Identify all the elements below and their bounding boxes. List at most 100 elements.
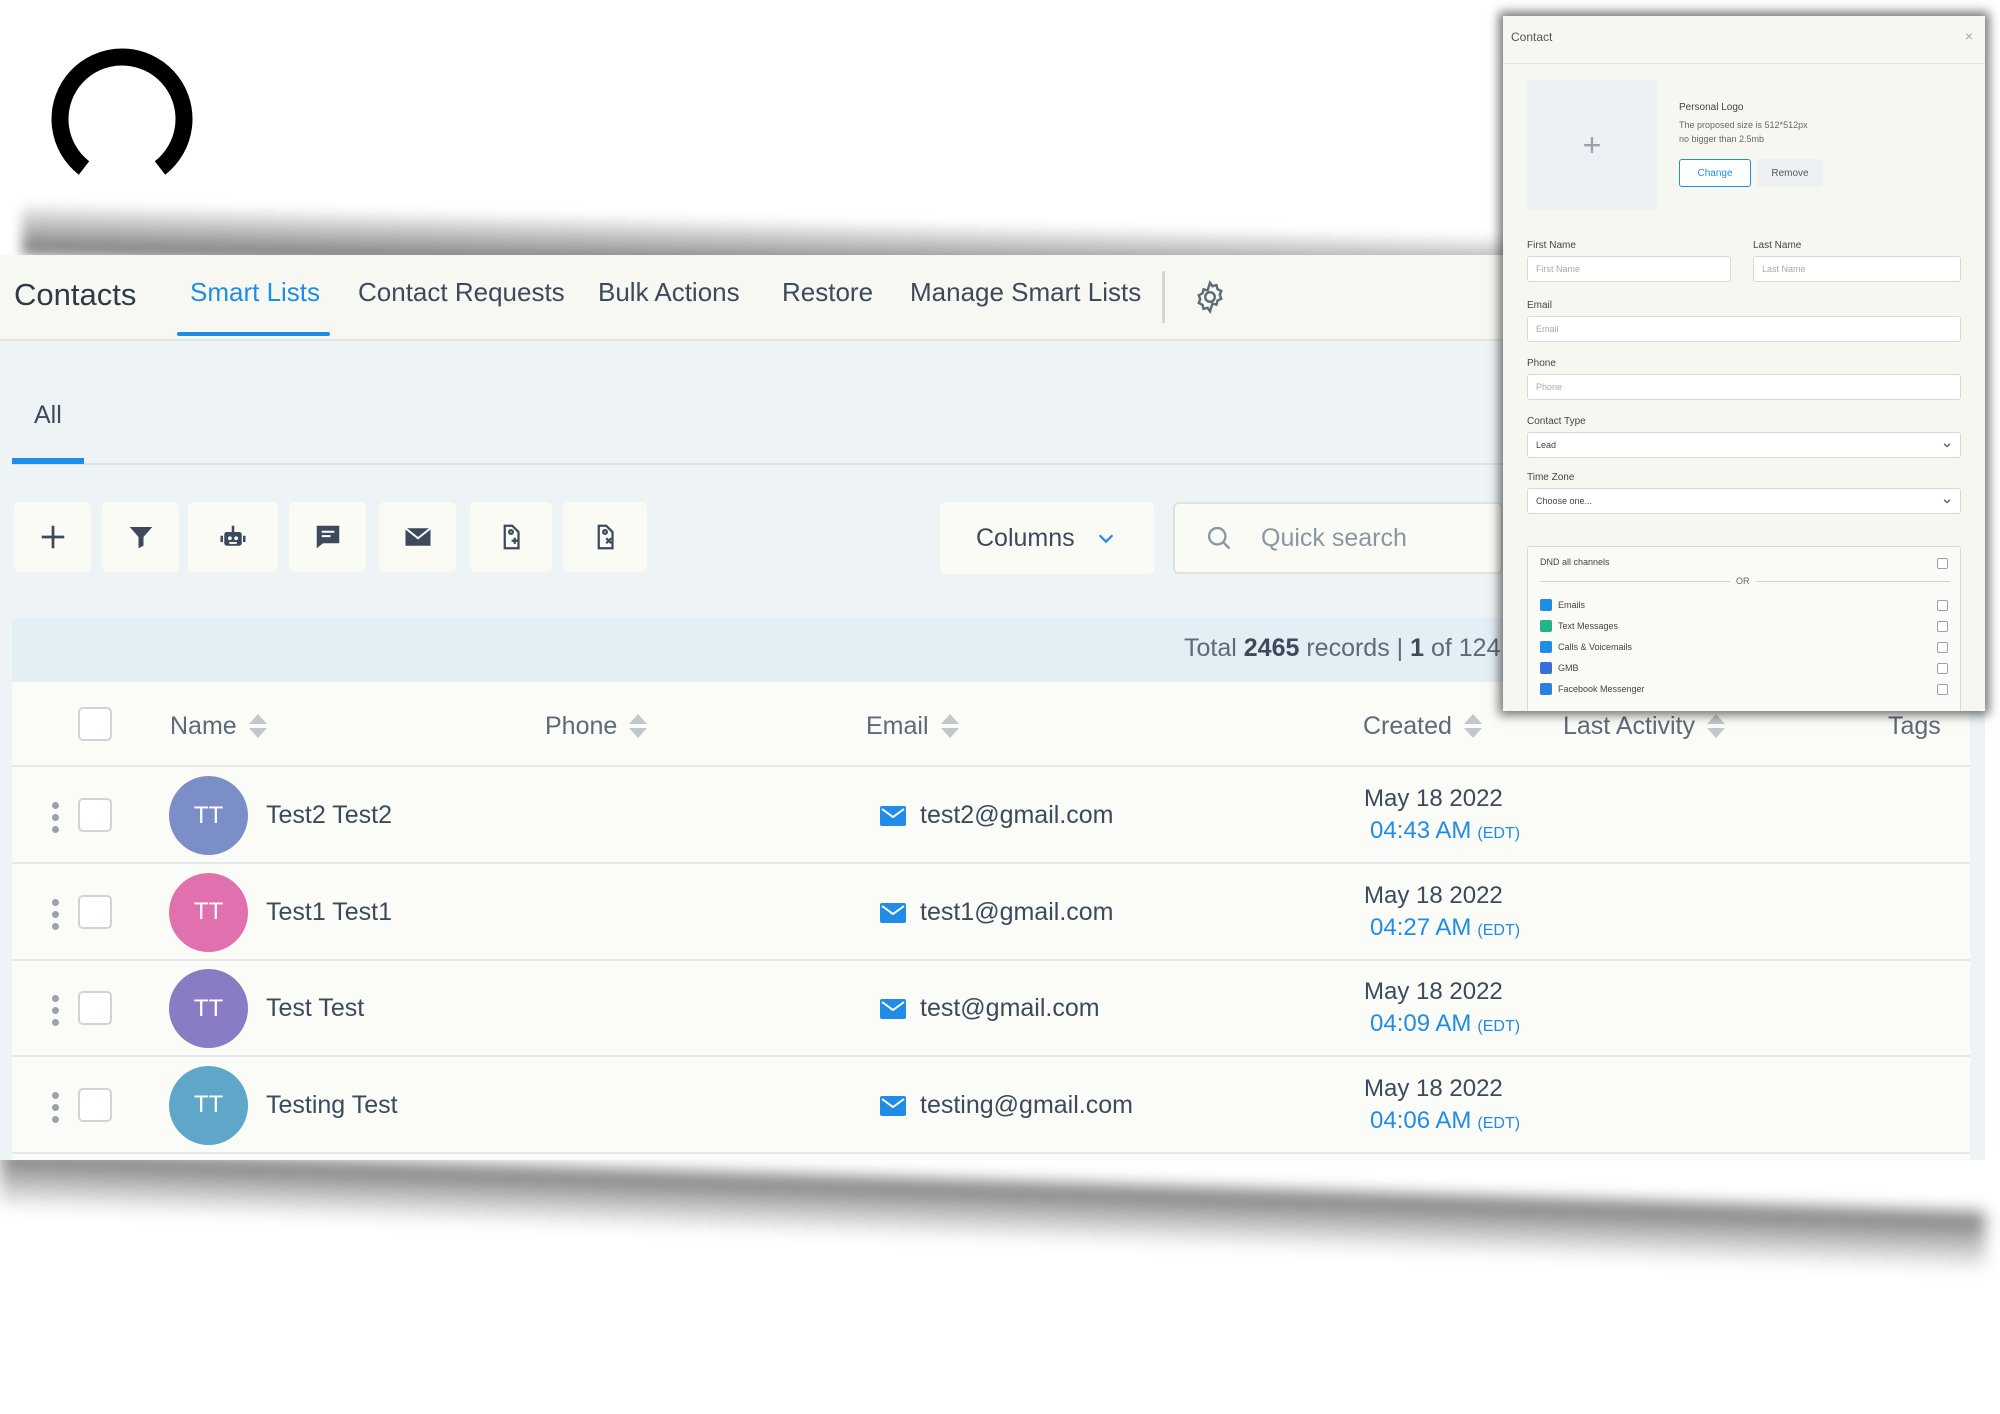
first-name-field[interactable]: First Name: [1527, 256, 1731, 282]
created-time: 04:27 AM (EDT): [1370, 913, 1521, 941]
sort-icon: [1707, 713, 1725, 740]
records-summary-text: Total 2465 records | 1 of 124: [1184, 634, 1500, 663]
created-date: May 18 2022: [1364, 785, 1503, 812]
table-row[interactable]: TT Test1 Test1 test1@gmail.com May 18 20…: [12, 865, 1970, 961]
last-name-field[interactable]: Last Name: [1753, 256, 1961, 282]
time-zone-value: Choose one...: [1536, 496, 1593, 506]
created-time: 04:09 AM (EDT): [1370, 1010, 1521, 1037]
dnd-channel-checkbox[interactable]: [1937, 621, 1948, 632]
close-icon[interactable]: ×: [1965, 28, 1973, 44]
dnd-channel-label: Text Messages: [1540, 620, 1618, 632]
created-date: May 18 2022: [1364, 881, 1503, 909]
dnd-channel-checkbox[interactable]: [1937, 600, 1948, 611]
subtab-divider: [12, 463, 1542, 465]
dnd-channel-checkbox[interactable]: [1937, 642, 1948, 653]
created-date: May 18 2022: [1364, 978, 1503, 1005]
filter-icon: [129, 527, 152, 549]
remove-tag-button[interactable]: [563, 502, 647, 572]
dnd-channel-label: Calls & Voicemails: [1540, 641, 1632, 653]
table-row[interactable]: TT Test2 Test2 test2@gmail.com May 18 20…: [12, 768, 1970, 864]
search-input[interactable]: [1261, 523, 1481, 553]
or-label: OR: [1736, 576, 1750, 586]
sort-icon: [248, 713, 267, 740]
email-field[interactable]: Email: [1527, 316, 1961, 342]
avatar: TT: [169, 1065, 248, 1145]
tab-restore[interactable]: Restore: [782, 277, 873, 308]
drag-handle-icon[interactable]: [52, 802, 60, 834]
add-contact-button[interactable]: [14, 502, 91, 572]
row-checkbox[interactable]: [78, 1087, 112, 1122]
tab-bulk-actions[interactable]: Bulk Actions: [598, 277, 740, 308]
columns-dropdown[interactable]: Columns: [940, 502, 1154, 574]
nav-divider: [1162, 271, 1165, 323]
modal-title: Contact: [1511, 30, 1553, 44]
contact-email[interactable]: testing@gmail.com: [920, 1091, 1133, 1120]
drag-handle-icon[interactable]: [52, 898, 60, 931]
modal-header: Contact ×: [1503, 16, 1985, 64]
created-time: 04:06 AM (EDT): [1370, 1106, 1521, 1134]
contact-name[interactable]: Test2 Test2: [266, 801, 392, 830]
divider: [1756, 581, 1950, 582]
tag-remove-icon: [597, 524, 614, 550]
filter-button[interactable]: [102, 502, 179, 572]
first-name-label: First Name: [1527, 240, 1576, 251]
row-checkbox[interactable]: [78, 798, 112, 832]
phone-icon: [1540, 641, 1552, 653]
column-header-tags[interactable]: Tags: [1888, 712, 1941, 741]
dnd-channel-label: Emails: [1540, 599, 1585, 611]
page-count: of 124: [1430, 634, 1501, 662]
remove-logo-button[interactable]: Remove: [1757, 159, 1823, 187]
tag-add-icon: [503, 524, 520, 550]
contact-name[interactable]: Test1 Test1: [266, 898, 392, 927]
contact-email[interactable]: test@gmail.com: [920, 994, 1100, 1023]
tab-contact-requests[interactable]: Contact Requests: [358, 277, 565, 308]
phone-field[interactable]: Phone: [1527, 374, 1961, 400]
select-all-checkbox[interactable]: [78, 707, 112, 741]
row-checkbox[interactable]: [78, 894, 112, 929]
contact-type-label: Contact Type: [1527, 416, 1586, 427]
contact-name[interactable]: Testing Test: [266, 1091, 398, 1120]
chevron-down-icon: [1098, 534, 1113, 544]
records-label: records |: [1306, 634, 1404, 662]
dnd-all-checkbox[interactable]: [1937, 558, 1948, 569]
column-header-created[interactable]: Created: [1363, 712, 1482, 741]
tab-manage-smart-lists[interactable]: Manage Smart Lists: [910, 277, 1141, 308]
dnd-channel-label: GMB: [1540, 662, 1579, 674]
gear-icon[interactable]: [1192, 279, 1228, 315]
column-header-phone[interactable]: Phone: [545, 712, 648, 741]
logo-upload-box[interactable]: +: [1527, 80, 1657, 210]
dnd-channel-checkbox[interactable]: [1937, 684, 1948, 695]
divider: [1540, 581, 1730, 582]
contact-name[interactable]: Test Test: [266, 994, 364, 1023]
gmb-icon: [1540, 662, 1552, 674]
header-divider: [12, 765, 1970, 767]
add-tag-button[interactable]: [470, 502, 552, 572]
contact-type-select[interactable]: Lead: [1527, 432, 1961, 458]
tab-smart-lists[interactable]: Smart Lists: [190, 277, 320, 308]
send-email-button[interactable]: [379, 502, 456, 572]
messenger-icon: [1540, 683, 1552, 695]
column-header-name[interactable]: Name: [170, 712, 267, 741]
table-row[interactable]: TT Test Test test@gmail.com May 18 2022 …: [12, 961, 1970, 1057]
change-logo-button[interactable]: Change: [1679, 159, 1751, 187]
search-icon: [1207, 526, 1231, 550]
email-icon: [880, 806, 906, 826]
column-header-email[interactable]: Email: [866, 712, 959, 741]
time-zone-select[interactable]: Choose one...: [1527, 488, 1961, 514]
drag-handle-icon[interactable]: [52, 995, 60, 1027]
column-header-last-activity[interactable]: Last Activity: [1563, 712, 1725, 741]
current-page: 1: [1410, 634, 1425, 662]
drag-handle-icon[interactable]: [52, 1091, 60, 1124]
chevron-down-icon: [1943, 499, 1951, 504]
row-checkbox[interactable]: [78, 991, 112, 1025]
automation-button[interactable]: [188, 502, 278, 572]
contact-email[interactable]: test1@gmail.com: [920, 898, 1114, 927]
contact-email[interactable]: test2@gmail.com: [920, 801, 1114, 830]
total-records: 2465: [1243, 634, 1300, 662]
table-row[interactable]: TT Testing Test testing@gmail.com May 18…: [12, 1058, 1970, 1154]
subtab-all[interactable]: All: [34, 401, 62, 430]
send-sms-button[interactable]: [289, 502, 366, 572]
dnd-channel-checkbox[interactable]: [1937, 663, 1948, 674]
contacts-table: Name Phone Email Created TT Test2 Test2 …: [12, 682, 1970, 1160]
chevron-down-icon: [1943, 443, 1951, 448]
